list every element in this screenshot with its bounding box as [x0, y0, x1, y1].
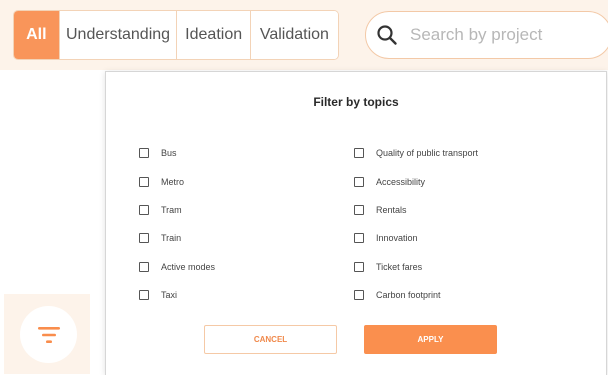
tab-validation[interactable]: Validation	[250, 11, 338, 59]
option-label: Quality of public transport	[376, 148, 479, 159]
dialog-title: Filter by topics	[313, 95, 399, 109]
checkbox[interactable]	[139, 176, 149, 187]
option-label: Carbon footprint	[376, 290, 441, 301]
option-label: Ticket fares	[376, 261, 423, 272]
filter-button[interactable]	[20, 306, 77, 363]
search-icon	[377, 25, 397, 45]
checkbox[interactable]	[354, 204, 364, 215]
option-label: Tram	[161, 204, 182, 215]
option-tram[interactable]: Tram	[139, 196, 215, 224]
phase-tabs: All Understanding Ideation Validation	[13, 10, 339, 60]
tab-understanding[interactable]: Understanding	[59, 11, 178, 59]
filter-icon	[37, 326, 60, 343]
option-train[interactable]: Train	[139, 224, 215, 252]
option-quality-public-transport[interactable]: Quality of public transport	[354, 139, 478, 167]
option-bus[interactable]: Bus	[139, 139, 215, 167]
option-taxi[interactable]: Taxi	[139, 281, 215, 309]
filter-dialog: Filter by topics Bus Metro Tram Train Ac…	[105, 71, 607, 375]
search-box[interactable]	[365, 11, 608, 59]
checkbox[interactable]	[139, 290, 149, 301]
option-label: Accessibility	[376, 176, 426, 187]
cancel-button[interactable]: CANCEL	[204, 325, 337, 354]
option-innovation[interactable]: Innovation	[354, 224, 478, 252]
top-toolbar: All Understanding Ideation Validation	[0, 0, 608, 70]
apply-button[interactable]: APPLY	[364, 325, 497, 354]
option-label: Taxi	[161, 290, 178, 301]
option-label: Rentals	[376, 204, 407, 215]
option-carbon-footprint[interactable]: Carbon footprint	[354, 281, 478, 309]
checkbox[interactable]	[354, 176, 364, 187]
option-active-modes[interactable]: Active modes	[139, 253, 215, 281]
checkbox[interactable]	[354, 148, 364, 159]
option-rentals[interactable]: Rentals	[354, 196, 478, 224]
filter-button-area	[4, 294, 90, 374]
checkbox[interactable]	[354, 233, 364, 244]
option-label: Metro	[161, 176, 185, 187]
option-label: Innovation	[376, 233, 418, 244]
checkbox[interactable]	[354, 290, 364, 301]
checkbox[interactable]	[139, 261, 149, 272]
topic-options-right: Quality of public transport Accessibilit…	[354, 139, 478, 309]
checkbox[interactable]	[139, 233, 149, 244]
checkbox[interactable]	[139, 204, 149, 215]
checkbox[interactable]	[139, 148, 149, 159]
option-label: Train	[161, 233, 182, 244]
option-label: Active modes	[161, 261, 216, 272]
option-metro[interactable]: Metro	[139, 167, 215, 195]
tab-all[interactable]: All	[14, 11, 60, 59]
topic-options-left: Bus Metro Tram Train Active modes Taxi	[139, 139, 215, 309]
checkbox[interactable]	[354, 261, 364, 272]
option-accessibility[interactable]: Accessibility	[354, 167, 478, 195]
tab-ideation[interactable]: Ideation	[177, 11, 251, 59]
search-input[interactable]	[408, 24, 592, 46]
option-ticket-fares[interactable]: Ticket fares	[354, 253, 478, 281]
option-label: Bus	[161, 148, 177, 159]
